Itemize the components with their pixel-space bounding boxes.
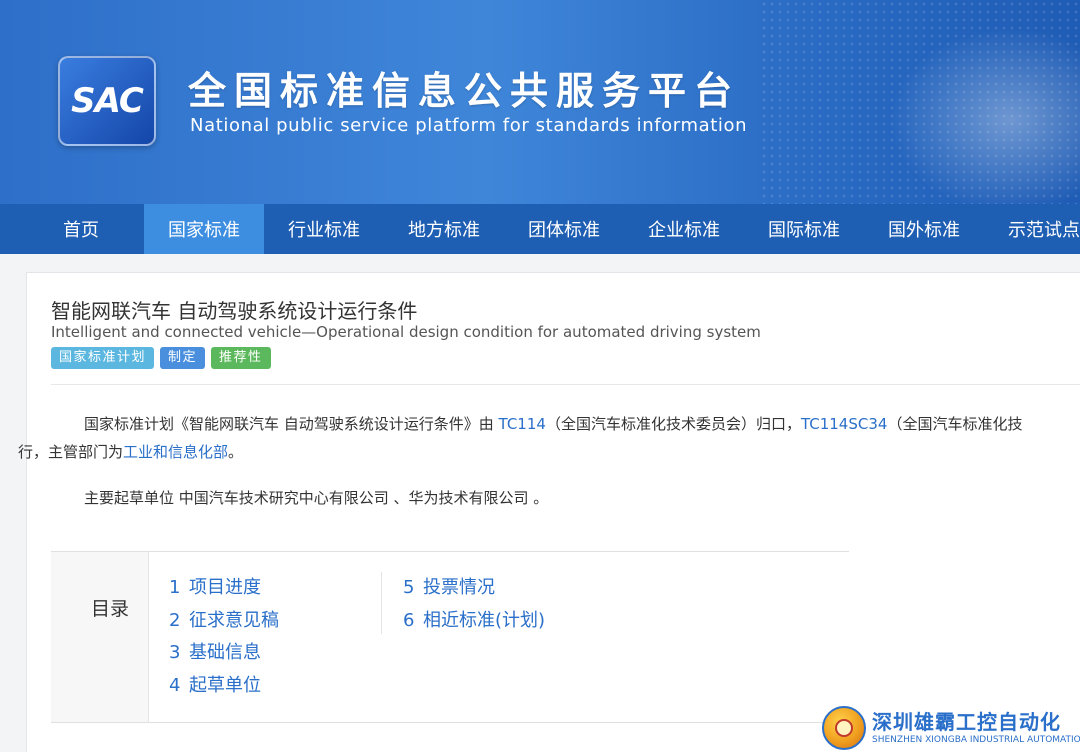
nav-item-international-standards[interactable]: 国际标准 (744, 204, 864, 254)
banner-glow (880, 20, 1080, 204)
toc-item-draft-for-comments[interactable]: 2 征求意见稿 (169, 605, 279, 638)
toc-num: 5 (403, 577, 415, 598)
drafting-units-paragraph: 主要起草单位 中国汽车技术研究中心有限公司 、华为技术有限公司 。 (84, 489, 549, 507)
site-subtitle: National public service platform for sta… (190, 115, 748, 136)
toc-item-voting[interactable]: 5 投票情况 (403, 572, 545, 605)
toc-item-label: 征求意见稿 (189, 609, 279, 631)
standard-title-cn: 智能网联汽车 自动驾驶系统设计运行条件 (51, 299, 418, 323)
watermark-en: SHENZHEN XIONGBA INDUSTRIAL AUTOMATION (872, 734, 1080, 745)
toc-item-label: 起草单位 (189, 674, 261, 696)
tc114-link[interactable]: TC114 (499, 415, 546, 433)
toc-item-label: 项目进度 (189, 577, 261, 598)
divider (51, 384, 1080, 385)
nav-item-national-standards[interactable]: 国家标准 (144, 204, 264, 254)
tag-nature: 推荐性 (211, 347, 271, 369)
standard-title-en: Intelligent and connected vehicle—Operat… (51, 323, 761, 341)
toc-item-basic-info[interactable]: 3 基础信息 (169, 637, 279, 670)
watermark-text: 深圳雄霸工控自动化 SHENZHEN XIONGBA INDUSTRIAL AU… (872, 710, 1080, 746)
nav-item-pilot-demo[interactable]: 示范试点 (984, 204, 1080, 254)
toc-num: 2 (169, 609, 181, 631)
nav-item-home[interactable]: 首页 (0, 204, 144, 254)
mascot-face (835, 718, 853, 737)
tag-status: 制定 (160, 347, 206, 369)
toc-label-cell: 目录 (51, 552, 149, 722)
watermark-cn: 深圳雄霸工控自动化 (872, 709, 1061, 734)
toc-item-progress[interactable]: 1 项目进度 (169, 572, 279, 605)
toc-num: 3 (169, 642, 181, 663)
sac-logo[interactable]: SAC (58, 56, 156, 146)
tag-plan-type: 国家标准计划 (51, 347, 155, 369)
description-paragraph: 国家标准计划《智能网联汽车 自动驾驶系统设计运行条件》由 TC114（全国汽车标… (18, 410, 1080, 466)
tc114sc34-link[interactable]: TC114SC34 (801, 415, 887, 433)
desc-text: （全国汽车标准化技 (887, 415, 1023, 433)
desc-text: 。 (228, 443, 244, 461)
toc-num: 4 (169, 674, 181, 696)
nav-item-foreign-standards[interactable]: 国外标准 (864, 204, 984, 254)
table-of-contents: 目录 1 项目进度 2 征求意见稿 3 基础信息 4 起草单位 5 投票情况 6 相近标准(… (51, 551, 849, 723)
toc-num: 1 (169, 577, 181, 598)
nav-item-industry-standards[interactable]: 行业标准 (264, 204, 384, 254)
toc-column-1: 1 项目进度 2 征求意见稿 3 基础信息 4 起草单位 (169, 572, 279, 702)
nav-item-local-standards[interactable]: 地方标准 (384, 204, 504, 254)
toc-item-label: 投票情况 (423, 577, 495, 598)
standard-detail-card: 智能网联汽车 自动驾驶系统设计运行条件 Intelligent and conn… (18, 272, 1080, 752)
header-banner: SAC 全国标准信息公共服务平台 National public service… (0, 0, 1080, 204)
toc-separator (381, 572, 382, 634)
watermark: 深圳雄霸工控自动化 SHENZHEN XIONGBA INDUSTRIAL AU… (822, 703, 1080, 752)
toc-item-drafting-units[interactable]: 4 起草单位 (169, 670, 279, 703)
toc-item-label: 相近标准(计划) (423, 609, 546, 631)
toc-item-label: 基础信息 (189, 642, 261, 663)
desc-text: 行，主管部门为 (18, 443, 124, 461)
toc-column-2: 5 投票情况 6 相近标准(计划) (403, 572, 545, 637)
site-title: 全国标准信息公共服务平台 (188, 69, 741, 113)
logo-text: SAC (71, 81, 144, 121)
desc-text: （全国汽车标准化技术委员会）归口， (545, 415, 801, 433)
main-nav: 首页 国家标准 行业标准 地方标准 团体标准 企业标准 国际标准 国外标准 示范… (0, 204, 1080, 254)
toc-item-similar-standards[interactable]: 6 相近标准(计划) (403, 605, 545, 638)
ministry-link[interactable]: 工业和信息化部 (123, 443, 228, 461)
desc-text: 国家标准计划《智能网联汽车 自动驾驶系统设计运行条件》由 (84, 415, 499, 433)
toc-label: 目录 (91, 598, 130, 620)
standard-tags: 国家标准计划 制定 推荐性 (51, 347, 271, 369)
toc-num: 6 (403, 609, 415, 631)
mascot-icon (822, 705, 866, 750)
nav-item-group-standards[interactable]: 团体标准 (504, 204, 624, 254)
nav-item-enterprise-standards[interactable]: 企业标准 (624, 204, 744, 254)
